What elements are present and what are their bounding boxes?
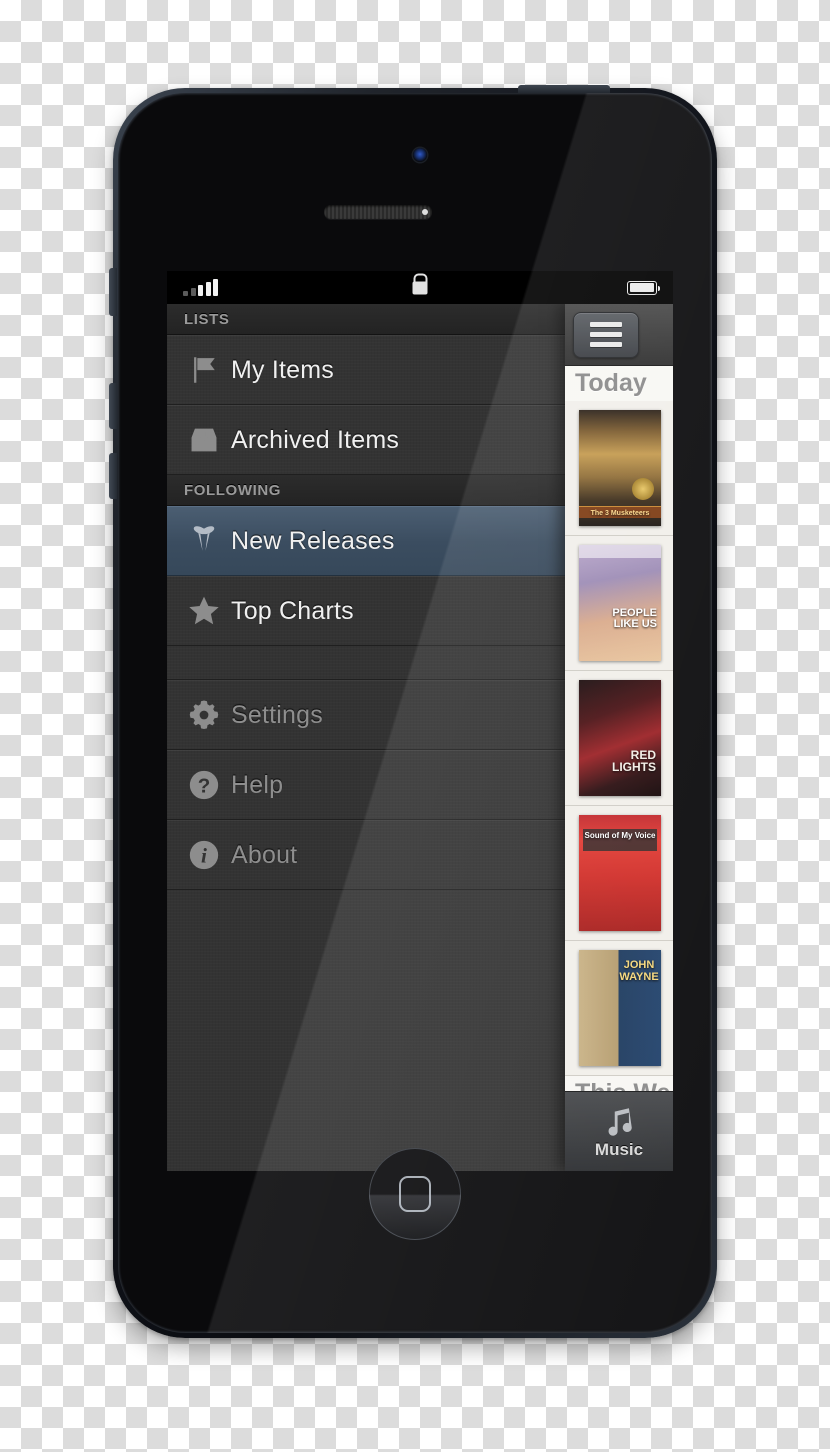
sidebar-item-label: About	[231, 840, 298, 869]
star-icon	[177, 593, 231, 629]
content-peek-panel[interactable]: Today The 3 Musketeers PEOPLE LIKE US RE…	[565, 304, 673, 1171]
sidebar-item-label: Top Charts	[231, 596, 354, 625]
volume-up-button[interactable]	[109, 383, 117, 429]
poster-red-lights[interactable]: RED LIGHTS	[579, 680, 661, 796]
sidebar-item-label: New Releases	[231, 526, 395, 555]
peek-navbar	[565, 304, 673, 366]
sidebar-item-label: My Items	[231, 355, 334, 384]
signal-bars-icon	[183, 279, 218, 296]
volume-down-button[interactable]	[109, 453, 117, 499]
sidebar-item-label: Settings	[231, 700, 323, 729]
lock-icon	[412, 281, 428, 294]
poster-the-3-musketeers[interactable]: The 3 Musketeers	[579, 410, 661, 526]
tab-music-label: Music	[594, 1139, 644, 1159]
home-square-icon	[399, 1176, 431, 1212]
svg-text:i: i	[201, 844, 207, 868]
silent-switch[interactable]	[109, 268, 117, 316]
phone-screen: Today The 3 Musketeers PEOPLE LIKE US RE…	[167, 271, 673, 1171]
sidebar-item-label: Archived Items	[231, 425, 400, 454]
archive-inbox-icon	[177, 423, 231, 457]
peek-section-today: Today	[565, 366, 673, 401]
svg-text:?: ?	[198, 775, 211, 798]
hamburger-menu-icon[interactable]	[573, 311, 639, 358]
phone-bezel: Today The 3 Musketeers PEOPLE LIKE US RE…	[118, 93, 712, 1333]
poster-sound-of-my-voice[interactable]: Sound of My Voice	[579, 815, 661, 931]
music-note-icon	[608, 1107, 632, 1136]
status-bar	[167, 271, 673, 304]
list-item[interactable]: JOHN WAYNE	[565, 941, 673, 1076]
earpiece-speaker	[324, 205, 432, 219]
sidebar-item-label: Help	[231, 770, 284, 799]
tab-music[interactable]: Music	[565, 1091, 673, 1171]
poster-john-wayne-double-feature[interactable]: JOHN WAYNE	[579, 950, 661, 1066]
front-camera-icon	[413, 148, 427, 162]
list-item[interactable]: RED LIGHTS	[565, 671, 673, 806]
crossed-pins-icon	[177, 522, 231, 560]
list-item[interactable]: PEOPLE LIKE US	[565, 536, 673, 671]
poster-people-like-us[interactable]: PEOPLE LIKE US	[579, 545, 661, 661]
battery-icon	[627, 280, 660, 295]
flag-icon	[177, 353, 231, 387]
info-circle-icon: i	[177, 838, 231, 872]
list-item[interactable]: Sound of My Voice	[565, 806, 673, 941]
gear-icon	[177, 698, 231, 732]
iphone-device: Today The 3 Musketeers PEOPLE LIKE US RE…	[109, 85, 717, 1338]
question-circle-icon: ?	[177, 768, 231, 802]
home-button[interactable]	[369, 1148, 461, 1240]
list-item[interactable]: The 3 Musketeers	[565, 401, 673, 536]
